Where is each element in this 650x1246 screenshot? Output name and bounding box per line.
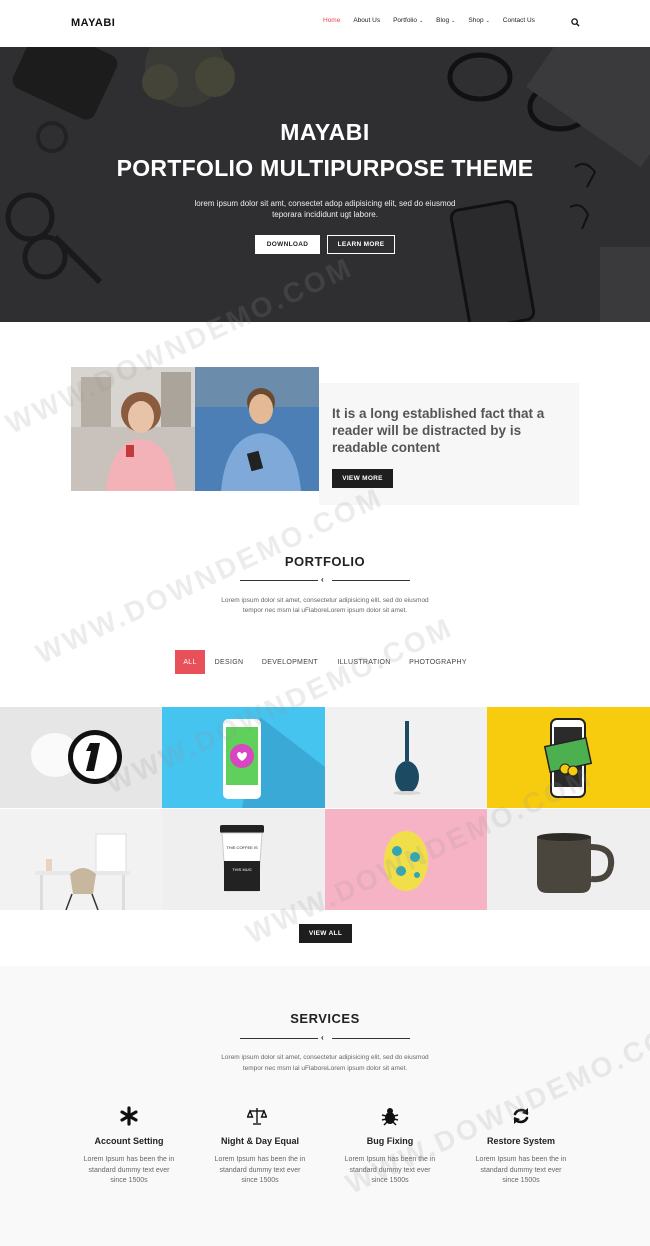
nav-item-label: About Us — [353, 17, 381, 24]
service-text-line: since 1500s — [502, 1177, 540, 1184]
portfolio-desc-line2: tempor nec msm lal uFlaboreLorem ipsum d… — [242, 607, 408, 614]
service-text-line: Lorem Ipsum has been the in — [475, 1156, 567, 1163]
main-nav: Home About Us Portfolio ⌄ Blog ⌄ Shop ⌄ Con… — [323, 17, 548, 24]
service-text: Lorem Ipsum has been the in standard dum… — [64, 1155, 194, 1187]
hero-title-line1: MAYABI — [280, 119, 370, 145]
portfolio-item-coffee-cup[interactable]: THIS COFFEE IS THIS MUG — [162, 809, 325, 910]
hero-background-image — [0, 47, 650, 322]
portfolio-item-badge[interactable] — [0, 707, 163, 808]
portfolio-item-vase[interactable] — [325, 707, 488, 808]
service-text-line: Lorem Ipsum has been the in — [344, 1156, 436, 1163]
service-text-line: since 1500s — [241, 1177, 279, 1184]
portfolio-item-mug[interactable] — [487, 809, 650, 910]
service-text: Lorem Ipsum has been the in standard dum… — [325, 1155, 455, 1187]
learn-more-button[interactable]: LEARN MORE — [327, 235, 395, 254]
nav-item-label: Portfolio — [393, 17, 417, 24]
chevron-down-icon: ⌄ — [451, 17, 456, 24]
view-all-button[interactable]: VIEW ALL — [299, 924, 352, 943]
service-text-line: since 1500s — [371, 1177, 409, 1184]
nav-item-blog[interactable]: Blog ⌄ — [436, 17, 455, 24]
about-image — [71, 367, 319, 491]
filter-design[interactable]: DESIGN — [211, 650, 247, 674]
watermark: WWW.DOWNDEMO.COM — [31, 481, 388, 670]
chevron-down-icon: ⌄ — [485, 17, 490, 24]
service-text-line: Lorem Ipsum has been the in — [83, 1156, 175, 1163]
hero-banner: MAYABI PORTFOLIO MULTIPURPOSE THEME lore… — [0, 47, 650, 322]
portfolio-desc-line1: Lorem ipsum dolor sit amet, consectetur … — [221, 597, 429, 604]
bug-icon — [381, 1108, 399, 1126]
portfolio-item-phone-heart[interactable] — [162, 707, 325, 808]
service-text: Lorem Ipsum has been the in standard dum… — [456, 1155, 586, 1187]
asterisk-icon — [120, 1106, 138, 1126]
portfolio-item-desk[interactable] — [0, 809, 163, 910]
service-title: Restore System — [486, 1136, 556, 1146]
svg-text:THIS COFFEE IS: THIS COFFEE IS — [226, 845, 258, 850]
portfolio-item-phone-money[interactable] — [487, 707, 650, 808]
services-section — [0, 966, 650, 1246]
service-title: Account Setting — [94, 1136, 164, 1146]
nav-item-label: Shop — [468, 17, 484, 24]
service-text-line: standard dummy text ever — [349, 1166, 431, 1174]
chevron-left-icon: ‹ — [321, 575, 324, 584]
service-text-line: standard dummy text ever — [219, 1166, 301, 1174]
hero-subtitle-line2: teporara incididunt ugt labore. — [272, 210, 378, 219]
service-title: Bug Fixing — [366, 1136, 414, 1146]
service-text: Lorem Ipsum has been the in standard dum… — [195, 1155, 325, 1187]
about-heading: It is a long established fact that a rea… — [332, 406, 545, 455]
title-divider-right — [332, 1038, 410, 1039]
nav-item-label: Contact Us — [502, 17, 535, 24]
services-desc-line2: tempor nec msm lal uFlaboreLorem ipsum d… — [242, 1065, 408, 1072]
filter-development[interactable]: DEVELOPMENT — [258, 650, 322, 674]
refresh-icon — [513, 1108, 529, 1124]
download-button[interactable]: DOWNLOAD — [255, 235, 320, 254]
search-icon[interactable] — [571, 18, 580, 27]
balance-scale-icon — [247, 1108, 267, 1125]
portfolio-title: PORTFOLIO — [284, 554, 366, 569]
site-logo[interactable]: MAYABI — [71, 17, 115, 29]
hero-title-line2: PORTFOLIO MULTIPURPOSE THEME — [116, 155, 534, 181]
nav-item-home[interactable]: Home — [323, 17, 340, 24]
title-divider-left — [240, 1038, 318, 1039]
filter-all[interactable]: ALL — [175, 650, 205, 674]
nav-item-label: Blog — [436, 17, 450, 24]
chevron-left-icon: ‹ — [321, 1033, 324, 1042]
title-divider-left — [240, 580, 318, 581]
nav-item-label: Home — [323, 17, 341, 24]
services-desc-line1: Lorem ipsum dolor sit amet, consectetur … — [221, 1054, 429, 1061]
title-divider-right — [332, 580, 410, 581]
portfolio-item-egg[interactable] — [325, 809, 488, 910]
svg-text:THIS MUG: THIS MUG — [232, 867, 252, 872]
chevron-down-icon: ⌄ — [418, 17, 424, 24]
nav-item-contact-us[interactable]: Contact Us — [503, 17, 535, 24]
service-title: Night & Day Equal — [220, 1136, 299, 1146]
filter-illustration[interactable]: ILLUSTRATION — [334, 650, 394, 674]
site-header: MAYABI Home About Us Portfolio ⌄ Blog ⌄ Sh… — [0, 0, 650, 47]
filter-photography[interactable]: PHOTOGRAPHY — [406, 650, 470, 674]
services-title: SERVICES — [290, 1011, 360, 1026]
view-more-button[interactable]: VIEW MORE — [332, 469, 393, 488]
service-text-line: standard dummy text ever — [480, 1166, 562, 1174]
service-text-line: standard dummy text ever — [88, 1166, 170, 1174]
nav-item-about-us[interactable]: About Us — [353, 17, 380, 24]
nav-item-shop[interactable]: Shop ⌄ — [468, 17, 489, 24]
nav-item-portfolio[interactable]: Portfolio ⌄ — [393, 17, 423, 24]
service-text-line: Lorem Ipsum has been the in — [214, 1156, 306, 1163]
service-text-line: since 1500s — [110, 1177, 148, 1184]
